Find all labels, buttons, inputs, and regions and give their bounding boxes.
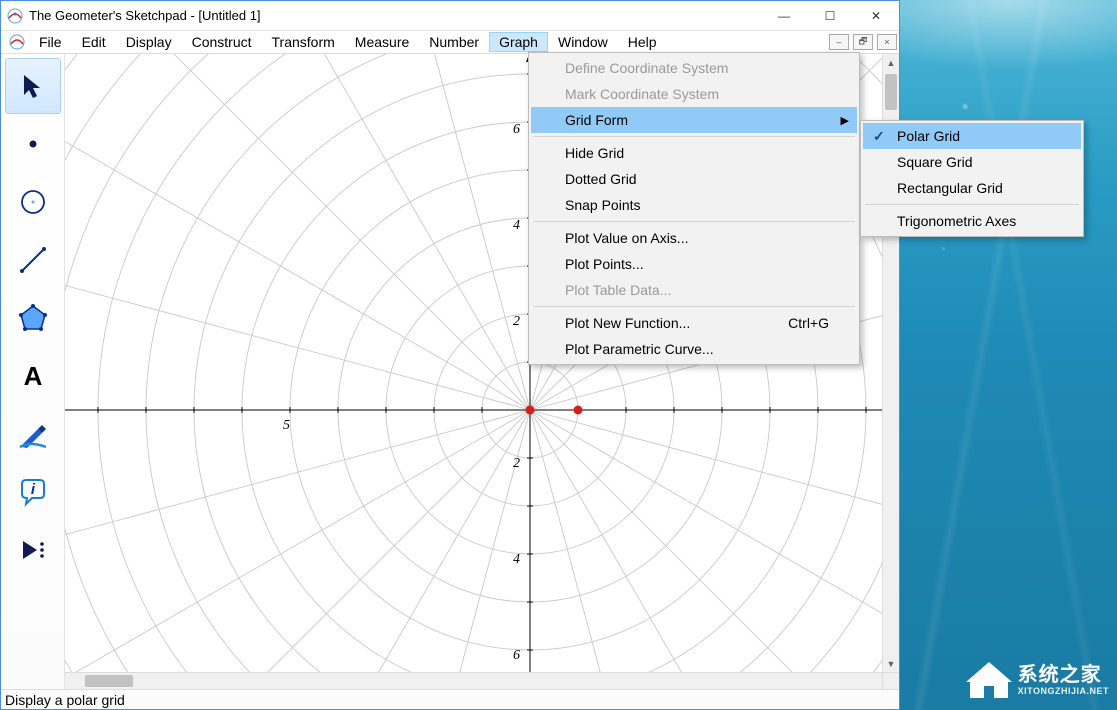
house-icon xyxy=(966,660,1012,700)
menubar: File Edit Display Construct Transform Me… xyxy=(1,31,899,53)
app-icon xyxy=(7,8,23,24)
tool-point[interactable] xyxy=(5,116,61,172)
tool-arrow[interactable] xyxy=(5,58,61,114)
menu-number[interactable]: Number xyxy=(419,32,489,52)
tool-marker[interactable] xyxy=(5,406,61,462)
tool-text[interactable]: A xyxy=(5,348,61,404)
graph-dropdown-menu: Define Coordinate System Mark Coordinate… xyxy=(528,52,860,365)
watermark-cn: 系统之家 xyxy=(1018,665,1109,685)
desktop-background: 系统之家 XITONGZHIJIA.NET xyxy=(900,0,1117,710)
mdi-restore-button[interactable]: 🗗 xyxy=(853,34,873,50)
status-text: Display a polar grid xyxy=(5,692,125,708)
mi-hide-grid[interactable]: Hide Grid xyxy=(531,140,857,166)
menu-graph[interactable]: Graph xyxy=(489,32,548,52)
tool-palette: A i xyxy=(1,54,65,689)
menu-transform[interactable]: Transform xyxy=(262,32,345,52)
menu-separator xyxy=(533,306,855,307)
menu-edit[interactable]: Edit xyxy=(72,32,116,52)
smi-square-grid[interactable]: Square Grid xyxy=(863,149,1081,175)
scroll-corner xyxy=(882,672,899,689)
tool-straightedge[interactable] xyxy=(5,232,61,288)
tick-y-2: 2 xyxy=(513,314,520,330)
window-maximize-button[interactable]: ☐ xyxy=(807,1,853,31)
mi-plot-parametric[interactable]: Plot Parametric Curve... xyxy=(531,336,857,362)
scrollbar-horizontal[interactable] xyxy=(65,672,882,689)
watermark-en: XITONGZHIJIA.NET xyxy=(1018,687,1109,696)
svg-text:i: i xyxy=(30,481,35,498)
menu-display[interactable]: Display xyxy=(116,32,182,52)
tool-compass[interactable] xyxy=(5,174,61,230)
menu-window[interactable]: Window xyxy=(548,32,618,52)
info-icon: i xyxy=(16,475,50,509)
smi-rectangular-grid[interactable]: Rectangular Grid xyxy=(863,175,1081,201)
tool-custom[interactable] xyxy=(5,522,61,578)
tool-polygon[interactable] xyxy=(5,290,61,346)
menu-measure[interactable]: Measure xyxy=(345,32,419,52)
check-icon: ✓ xyxy=(873,128,885,145)
mi-plot-value[interactable]: Plot Value on Axis... xyxy=(531,225,857,251)
tick-x-5: 5 xyxy=(283,418,290,434)
mi-define-coord[interactable]: Define Coordinate System xyxy=(531,55,857,81)
marker-icon xyxy=(16,417,50,451)
mi-snap-points[interactable]: Snap Points xyxy=(531,192,857,218)
menu-separator xyxy=(865,204,1079,205)
circle-icon xyxy=(16,185,50,219)
mdi-close-button[interactable]: × xyxy=(877,34,897,50)
tool-information[interactable]: i xyxy=(5,464,61,520)
window-close-button[interactable]: ✕ xyxy=(853,1,899,31)
menu-separator xyxy=(533,136,855,137)
tick-ny-2: 2 xyxy=(513,456,520,472)
menu-help[interactable]: Help xyxy=(618,32,667,52)
watermark: 系统之家 XITONGZHIJIA.NET xyxy=(966,660,1109,700)
menu-construct[interactable]: Construct xyxy=(182,32,262,52)
svg-text:A: A xyxy=(23,361,42,391)
mi-dotted-grid[interactable]: Dotted Grid xyxy=(531,166,857,192)
scroll-down-arrow[interactable]: ▼ xyxy=(883,655,899,672)
mi-plot-points[interactable]: Plot Points... xyxy=(531,251,857,277)
statusbar: Display a polar grid xyxy=(1,689,899,709)
window-title: The Geometer's Sketchpad - [Untitled 1] xyxy=(29,8,761,23)
mi-plot-table[interactable]: Plot Table Data... xyxy=(531,277,857,303)
document-icon[interactable] xyxy=(9,34,25,50)
scroll-v-thumb[interactable] xyxy=(885,74,897,110)
menu-separator xyxy=(533,221,855,222)
polygon-icon xyxy=(16,301,50,335)
window-minimize-button[interactable]: — xyxy=(761,1,807,31)
point-icon xyxy=(16,127,50,161)
mi-grid-form[interactable]: Grid Form▶ xyxy=(531,107,857,133)
text-icon: A xyxy=(16,359,50,393)
smi-polar-grid[interactable]: ✓Polar Grid xyxy=(863,123,1081,149)
tick-ny-6: 6 xyxy=(513,648,520,664)
mi-plot-function[interactable]: Plot New Function...Ctrl+G xyxy=(531,310,857,336)
smi-trig-axes[interactable]: Trigonometric Axes xyxy=(863,208,1081,234)
mdi-minimize-button[interactable]: – xyxy=(829,34,849,50)
scroll-up-arrow[interactable]: ▲ xyxy=(883,54,899,71)
tick-ny-4: 4 xyxy=(513,552,520,568)
submenu-arrow-icon: ▶ xyxy=(841,114,849,127)
tick-y-4: 4 xyxy=(513,218,520,234)
shortcut-label: Ctrl+G xyxy=(788,315,829,331)
segment-icon xyxy=(16,243,50,277)
scroll-h-thumb[interactable] xyxy=(85,675,133,687)
grid-form-submenu: ✓Polar Grid Square Grid Rectangular Grid… xyxy=(860,120,1084,237)
custom-tool-icon xyxy=(16,533,50,567)
mi-mark-coord[interactable]: Mark Coordinate System xyxy=(531,81,857,107)
arrow-icon xyxy=(16,69,50,103)
menu-file[interactable]: File xyxy=(29,32,72,52)
tick-y-6: 6 xyxy=(513,122,520,138)
titlebar[interactable]: The Geometer's Sketchpad - [Untitled 1] … xyxy=(1,1,899,31)
